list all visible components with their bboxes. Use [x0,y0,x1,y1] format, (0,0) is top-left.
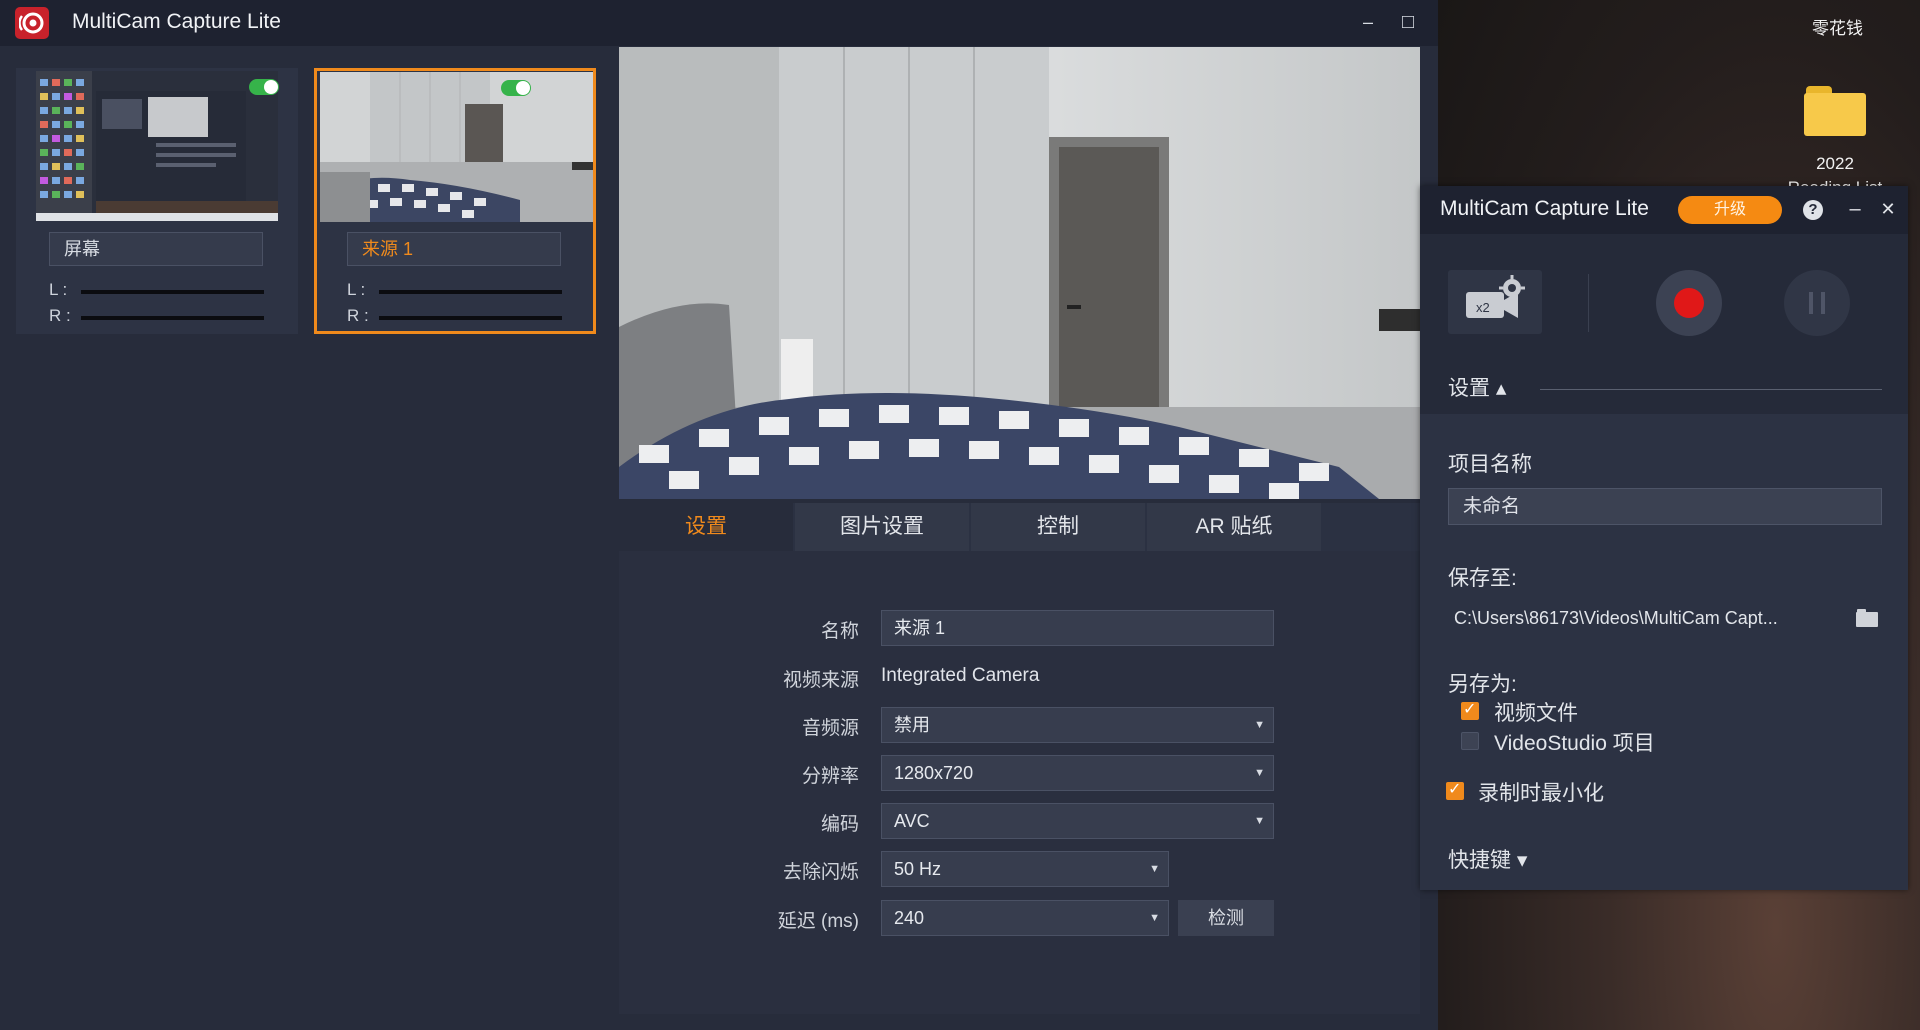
save-videostudio-checkbox[interactable] [1461,732,1479,750]
title-bar: MultiCam Capture Lite – □ [0,0,1438,46]
resolution-value: 1280x720 [894,763,974,783]
meter-right-label: R : [49,306,71,325]
encoding-value: AVC [894,811,930,831]
project-name-label: 项目名称 [1448,453,1532,476]
delay-label: 延迟 (ms) [777,911,859,932]
tab-ar-stickers[interactable]: AR 贴纸 [1147,503,1321,551]
panel-separator [1588,274,1589,332]
meter-left-label: L : [347,280,366,299]
desktop-folder-label[interactable]: 2022 Reading List [1770,152,1900,190]
encoding-label: 编码 [820,814,859,835]
browse-folder-icon[interactable] [1856,609,1878,627]
screen-thumbnail [36,71,278,221]
save-video-file-checkbox[interactable] [1461,699,1479,720]
encoding-select[interactable]: AVC [881,803,1274,839]
meter-left-bar [81,290,264,294]
settings-tabs: 设置 图片设置 控制 AR 贴纸 [619,503,1420,551]
camera-count-badge: x2 [1476,300,1490,315]
video-source-label: 视频来源 [782,670,859,691]
save-as-label: 另存为: [1448,673,1517,696]
panel-settings-body [1420,414,1908,890]
settings-panel: 名称 来源 1 视频来源 Integrated Camera 音频源 禁用 分辨… [619,551,1420,1014]
pause-button[interactable] [1784,270,1850,336]
settings-collapse-toggle[interactable]: 设置 ▴ [1448,372,1506,402]
main-window: MultiCam Capture Lite – □ 屏幕 L: R: 来源 … [0,0,1438,1030]
app-logo-icon [15,7,49,39]
flicker-select[interactable]: 50 Hz [881,851,1169,887]
desktop-tray-text: 零花钱 [1812,19,1863,38]
project-name-input[interactable]: 未命名 [1448,488,1882,525]
panel-title: MultiCam Capture Lite [1440,197,1649,220]
tab-control[interactable]: 控制 [971,503,1145,551]
tab-image-settings[interactable]: 图片设置 [795,503,969,551]
minimize-on-record-label: 录制时最小化 [1478,782,1604,805]
meter-right-label: R : [347,306,369,325]
record-icon [1674,288,1704,318]
source-name-camera[interactable]: 来源 1 [347,232,561,266]
source-toggle-camera[interactable] [501,80,531,96]
delay-value: 240 [894,908,925,928]
pause-icon [1809,292,1813,314]
camera-thumbnail [320,72,593,222]
source-card-camera[interactable]: 来源 1 L : R : [314,68,596,334]
tab-settings[interactable]: 设置 [619,503,793,551]
panel-close-button[interactable]: ✕ [1875,196,1901,222]
settings-divider [1540,389,1882,390]
upgrade-button[interactable]: 升级 [1678,196,1782,224]
camera-gear-icon [1466,275,1525,318]
camera-settings-button[interactable]: x2 [1448,270,1542,334]
desktop-folder-icon[interactable] [1804,86,1866,136]
audio-source-label: 音频源 [801,718,859,739]
record-button[interactable] [1656,270,1722,336]
audio-source-value: 禁用 [894,715,930,735]
meter-right-bar [379,316,562,320]
panel-minimize-button[interactable]: – [1842,196,1868,222]
save-path: C:\Users\86173\Videos\MultiCam Capt... [1454,608,1778,628]
help-icon[interactable]: ? [1803,200,1823,220]
minimize-on-record-checkbox[interactable] [1446,779,1464,800]
maximize-button[interactable]: □ [1393,8,1423,36]
recording-panel: MultiCam Capture Lite 升级 ? – ✕ x2 设置 ▴ 项… [1420,186,1908,890]
save-videostudio-label: VideoStudio 项目 [1494,732,1655,755]
source-name-screen[interactable]: 屏幕 [49,232,263,266]
meter-left-label: L : [49,280,68,299]
panel-title-bar: MultiCam Capture Lite 升级 ? – ✕ [1420,186,1908,234]
save-to-label: 保存至: [1448,567,1517,590]
flicker-label: 去除闪烁 [782,862,859,883]
save-video-file-label: 视频文件 [1494,702,1578,725]
meter-left-bar [379,290,562,294]
minimize-button[interactable]: – [1353,8,1383,36]
name-label: 名称 [820,621,859,642]
source-card-screen[interactable]: 屏幕 L : R : [16,68,298,334]
delay-select[interactable]: 240 [881,900,1169,936]
name-input[interactable]: 来源 1 [881,610,1274,646]
shortcuts-toggle[interactable]: 快捷键 ▾ [1448,844,1527,874]
detect-button[interactable]: 检测 [1178,900,1274,936]
window-title: MultiCam Capture Lite [72,10,281,33]
audio-source-select[interactable]: 禁用 [881,707,1274,743]
resolution-select[interactable]: 1280x720 [881,755,1274,791]
video-source-value: Integrated Camera [881,665,1040,686]
flicker-value: 50 Hz [894,859,942,879]
resolution-label: 分辨率 [801,766,859,787]
meter-right-bar [81,316,264,320]
camera-preview [619,47,1420,499]
source-toggle-screen[interactable] [249,79,279,95]
